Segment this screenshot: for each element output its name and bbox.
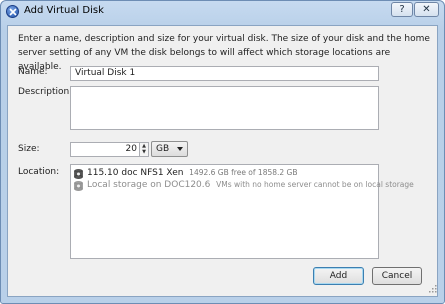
spin-down-icon[interactable]: ▼	[140, 149, 148, 155]
title-bar[interactable]: Add Virtual Disk ? ✕	[1, 1, 444, 23]
location-name-text: 115.10 doc NFS1 Xen	[87, 168, 184, 178]
description-label: Description:	[18, 87, 73, 97]
size-input[interactable]: 20	[70, 142, 140, 157]
add-button[interactable]: Add	[313, 267, 364, 285]
description-input[interactable]	[70, 86, 379, 130]
add-virtual-disk-dialog: Add Virtual Disk ? ✕ Enter a name, descr…	[0, 0, 445, 304]
resize-grip-icon[interactable]	[429, 285, 437, 293]
location-detail: VMs with no home server cannot be on loc…	[216, 180, 414, 189]
app-icon	[6, 5, 19, 18]
storage-icon	[74, 169, 83, 179]
name-input[interactable]: Virtual Disk 1	[70, 66, 379, 81]
size-spinner[interactable]: ▲ ▼	[140, 142, 149, 157]
name-label: Name:	[18, 67, 48, 77]
location-list[interactable]: 115.10 doc NFS1 Xen 1492.6 GB free of 18…	[70, 164, 414, 259]
window-title: Add Virtual Disk	[24, 5, 104, 16]
chevron-down-icon	[177, 147, 183, 151]
size-unit-select[interactable]: GB	[151, 141, 188, 157]
location-label: Location:	[18, 167, 60, 177]
size-label: Size:	[18, 144, 40, 154]
location-detail: 1492.6 GB free of 1858.2 GB	[189, 168, 298, 177]
storage-icon	[74, 181, 83, 191]
location-name-text: Local storage on DOC120.6	[87, 180, 211, 190]
location-name: 115.10 doc NFS1 Xen 1492.6 GB free of 18…	[87, 168, 298, 178]
help-button[interactable]: ?	[391, 2, 413, 17]
close-button[interactable]: ✕	[414, 2, 439, 17]
cancel-button[interactable]: Cancel	[372, 267, 422, 285]
size-unit-value: GB	[156, 144, 170, 154]
dialog-body: Enter a name, description and size for y…	[7, 25, 438, 297]
location-name: Local storage on DOC120.6 VMs with no ho…	[87, 180, 414, 190]
